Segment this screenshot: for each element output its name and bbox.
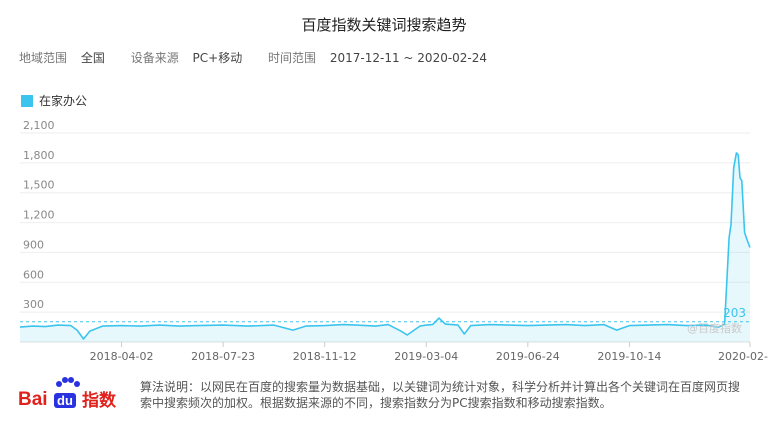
- y-tick-label: 600: [23, 268, 44, 281]
- trend-chart: 300 600 900 1,200 1,500 1,800 2,100 2018-04-02 2…: [19, 119, 768, 363]
- logo-text-zhishu: 指数: [82, 390, 117, 411]
- logo-text-du: du: [57, 393, 73, 408]
- watermark: @百度指数: [687, 321, 742, 335]
- algorithm-note: 算法说明：以网民在百度的搜索量为数据基础，以关键词为统计对象，科学分析并计算出各…: [140, 380, 741, 410]
- series-area: [20, 152, 750, 342]
- y-tick-label: 1,200: [23, 209, 55, 222]
- baidu-paw-icon: [56, 377, 80, 387]
- x-tick-label: 2019-03-04: [394, 350, 458, 363]
- y-tick-label: 300: [23, 298, 44, 311]
- y-tick-label: 2,100: [23, 119, 55, 132]
- y-tick-label: 900: [23, 238, 44, 251]
- logo-text-bai: Bai: [18, 389, 48, 410]
- average-label: 203: [723, 306, 746, 320]
- y-tick-label: 1,800: [23, 149, 55, 162]
- x-tick-label: 2018-04-02: [90, 350, 154, 363]
- y-tick-label: 1,500: [23, 179, 55, 192]
- baidu-index-logo: Bai du 指数: [18, 377, 117, 411]
- x-tick-label: 2020-02-24: [718, 350, 768, 363]
- x-tick-label: 2019-10-14: [597, 350, 661, 363]
- x-tick-label: 2018-11-12: [293, 350, 357, 363]
- x-tick-label: 2019-06-24: [496, 350, 560, 363]
- series-line: [19, 152, 751, 340]
- x-tick-label: 2018-07-23: [191, 350, 255, 363]
